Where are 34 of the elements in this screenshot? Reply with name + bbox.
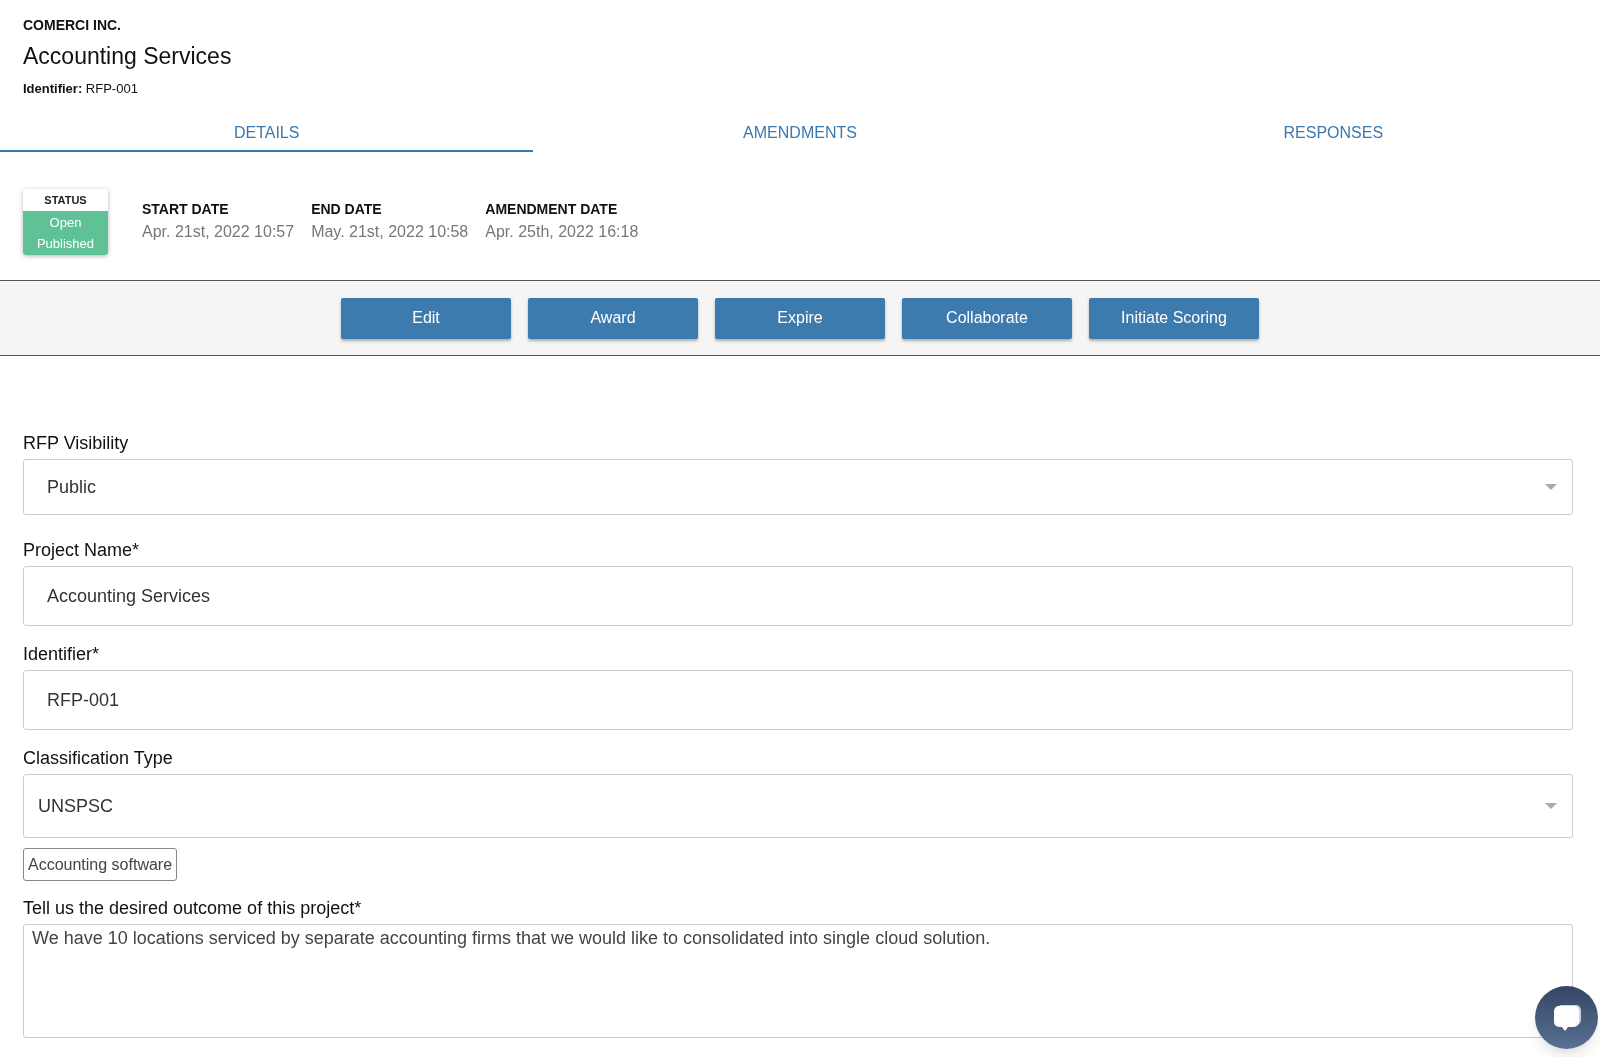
textarea-field[interactable]: We have 10 locations serviced by separate accounting firms that we would like to consolidated into single cloud solution. <box>23 924 1573 1038</box>
select-field[interactable]: UNSPSC <box>23 774 1573 838</box>
tag-chip[interactable]: Accounting software <box>23 848 178 881</box>
caret-icon <box>1545 484 1557 490</box>
chat-button[interactable] <box>1535 986 1598 1049</box>
caret-icon <box>1545 803 1557 809</box>
field-label: Classification Type <box>23 747 174 769</box>
identifier-text: Identifier: RFP-001 <box>23 81 139 97</box>
tab[interactable]: DETAILS <box>0 115 534 152</box>
date-label: START DATE <box>142 201 230 217</box>
date-label: END DATE <box>311 201 383 217</box>
action-button[interactable]: Collaborate <box>902 297 1072 339</box>
tab[interactable]: AMENDMENTS <box>533 115 1067 152</box>
action-button[interactable]: Initiate Scoring <box>1089 297 1259 339</box>
page-title: Accounting Services <box>23 42 233 70</box>
field-label: Tell us the desired outcome of this project* <box>23 897 363 919</box>
date-value: May. 21st, 2022 10:58 <box>311 222 469 242</box>
text-field[interactable]: RFP-001 <box>23 670 1573 730</box>
text-field[interactable]: Accounting Services <box>23 566 1573 626</box>
status-label: STATUS <box>23 189 108 211</box>
action-button[interactable]: Award <box>528 297 698 339</box>
field-label: RFP Visibility <box>23 432 130 454</box>
date-label: AMENDMENT DATE <box>485 201 619 217</box>
tab[interactable]: RESPONSES <box>1066 115 1600 152</box>
status-value: Published <box>35 235 96 253</box>
date-value: Apr. 21st, 2022 10:57 <box>142 222 295 242</box>
field-label: Identifier* <box>23 643 101 665</box>
action-button[interactable]: Edit <box>341 297 511 339</box>
field-label: Project Name* <box>23 539 141 561</box>
date-value: Apr. 25th, 2022 16:18 <box>485 222 639 242</box>
status-value: Open <box>48 214 83 232</box>
company-name: COMERCI INC. <box>23 17 122 33</box>
select-field[interactable]: Public <box>23 459 1573 515</box>
action-button[interactable]: Expire <box>715 297 885 339</box>
